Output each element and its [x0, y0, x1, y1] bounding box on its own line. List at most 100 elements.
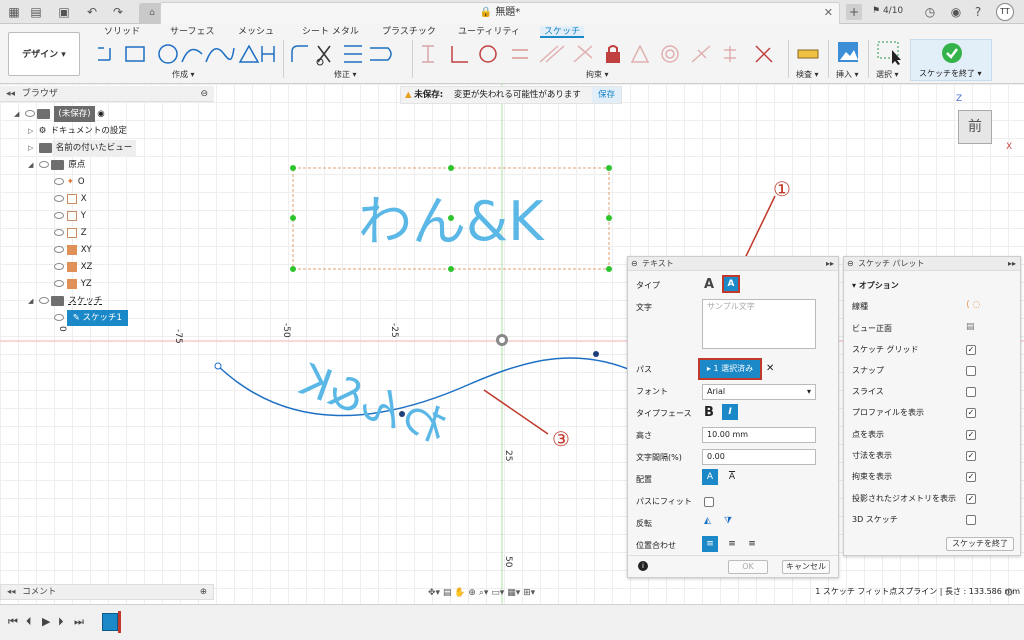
3d-sketch-checkbox[interactable]	[966, 515, 976, 525]
grid-settings-icon[interactable]: ▦▾	[507, 588, 520, 598]
tree-origin-o[interactable]: ✦ O	[54, 174, 89, 190]
timeline-marker[interactable]	[118, 611, 121, 633]
align-below-icon[interactable]: A	[724, 469, 740, 485]
save-icon[interactable]: ▣	[56, 4, 72, 20]
tree-named-views[interactable]: ▷ 名前の付いたビュー	[28, 140, 137, 156]
linetype-icon[interactable]: ⟨ ◌	[966, 300, 980, 310]
insert-group-label[interactable]: 挿入 ▾	[836, 69, 859, 80]
display-settings-icon[interactable]: ▭▾	[491, 588, 504, 598]
finish-sketch-button[interactable]: スケッチを終了 ▾	[910, 39, 992, 81]
tree-root[interactable]: ◢ (未保存) ◉	[14, 106, 105, 122]
tab-sketch[interactable]: スケッチ	[540, 26, 585, 38]
tree-axis-z[interactable]: Z	[54, 225, 91, 241]
text-dialog-header[interactable]: ⊖ テキスト ▸▸	[628, 257, 838, 271]
modify-group-label[interactable]: 修正 ▾	[334, 69, 357, 80]
options-section[interactable]: ▾ オプション	[852, 279, 899, 293]
comments-bar[interactable]: ◂◂ コメント ⊕	[0, 584, 214, 600]
tab-surface[interactable]: サーフェス	[170, 26, 214, 38]
spacing-input[interactable]: 0.00	[702, 449, 816, 465]
select-icon[interactable]	[876, 40, 902, 66]
redo-icon[interactable]: ↷	[110, 4, 126, 20]
fit-to-path-checkbox[interactable]	[704, 497, 714, 507]
align-right-icon[interactable]: ≡	[744, 536, 760, 552]
timeline-start-icon[interactable]: ⏮	[8, 615, 18, 629]
show-projected-checkbox[interactable]: ✓	[966, 494, 976, 504]
browser-header[interactable]: ◂◂ ブラウザ ⊖	[0, 86, 214, 102]
viewcube-front-face[interactable]: 前	[958, 110, 992, 144]
path-selection-button[interactable]: ▸ 1 選択済み	[698, 358, 762, 380]
align-center-icon[interactable]: ≡	[724, 536, 740, 552]
look-at-icon[interactable]: ▤	[966, 322, 975, 332]
insert-image-icon[interactable]	[836, 40, 860, 64]
tree-sketch1[interactable]: ✎ スケッチ1	[54, 310, 128, 326]
show-profile-checkbox[interactable]: ✓	[966, 408, 976, 418]
add-comment-icon[interactable]: ⊕	[200, 585, 207, 599]
user-avatar[interactable]: TT	[996, 3, 1014, 21]
ok-button[interactable]: OK	[728, 560, 768, 574]
tab-sheet-metal[interactable]: シート メタル	[302, 26, 359, 38]
constraint-tools[interactable]	[418, 42, 788, 66]
type-text-icon[interactable]: A	[704, 277, 714, 292]
app-grid-icon[interactable]: ▦	[6, 4, 22, 20]
settings-gear-icon[interactable]: ⚙	[1004, 586, 1014, 599]
tree-sketches[interactable]: ◢ スケッチ	[28, 293, 106, 309]
timeline-end-icon[interactable]: ⏭	[74, 615, 84, 629]
align-left-icon[interactable]: ≡	[702, 536, 718, 552]
workspace-dropdown[interactable]: デザイン ▾	[8, 32, 80, 76]
undo-icon[interactable]: ↶	[84, 4, 100, 20]
timeline-sketch-item[interactable]	[102, 613, 118, 631]
job-status[interactable]: ⚑ 4/10	[872, 6, 903, 16]
tab-mesh[interactable]: メッシュ	[238, 26, 274, 38]
pan-icon[interactable]: ✋	[454, 588, 465, 598]
close-tab-icon[interactable]: ✕	[824, 3, 833, 23]
collapse-icon[interactable]: ◂◂	[0, 89, 15, 99]
create-tools[interactable]	[94, 42, 276, 66]
document-tab[interactable]: 🔒 無題* ✕	[160, 2, 840, 24]
tab-solid[interactable]: ソリッド	[104, 26, 140, 38]
flip-vertical-icon[interactable]: ⧩	[724, 516, 732, 526]
constraints-group-label[interactable]: 拘束 ▾	[586, 69, 609, 80]
tree-axis-y[interactable]: Y	[54, 208, 90, 224]
cancel-button[interactable]: キャンセル	[782, 560, 830, 574]
font-select[interactable]: Arial ▾	[702, 384, 816, 400]
create-group-label[interactable]: 作成 ▾	[172, 69, 195, 80]
tree-origin[interactable]: ◢ 原点	[28, 157, 89, 173]
show-dimensions-checkbox[interactable]: ✓	[966, 451, 976, 461]
help-icon[interactable]: ?	[970, 4, 986, 20]
info-icon[interactable]: i	[638, 561, 648, 571]
file-menu-icon[interactable]: ▤	[28, 4, 44, 20]
inspect-group-label[interactable]: 検査 ▾	[796, 69, 819, 80]
text-input[interactable]: サンプル文字	[702, 299, 816, 349]
notification-icon[interactable]: ◉	[948, 4, 964, 20]
banner-save-link[interactable]: 保存	[591, 87, 621, 103]
browser-minimize-icon[interactable]: ⊖	[200, 86, 208, 102]
show-constraints-checkbox[interactable]: ✓	[966, 472, 976, 482]
tree-plane-xz[interactable]: XZ	[54, 259, 96, 275]
timeline-play-icon[interactable]: ▶	[42, 615, 50, 628]
clear-path-icon[interactable]: ✕	[766, 363, 774, 374]
clock-icon[interactable]: ◷	[922, 4, 938, 20]
orbit-icon[interactable]: ✥▾	[428, 588, 440, 598]
align-above-icon[interactable]: A	[702, 469, 718, 485]
measure-icon[interactable]	[796, 42, 820, 66]
timeline-next-icon[interactable]: ⏵	[58, 615, 64, 629]
tree-plane-xy[interactable]: XY	[54, 242, 96, 258]
zoom-window-icon[interactable]: ⌕▾	[479, 588, 489, 598]
type-text-on-path-icon[interactable]: A	[722, 275, 740, 293]
italic-button[interactable]: I	[722, 404, 738, 420]
select-group-label[interactable]: 選択 ▾	[876, 69, 899, 80]
bold-button[interactable]: B	[704, 405, 714, 420]
viewports-icon[interactable]: ⊞▾	[523, 588, 535, 598]
look-at-icon[interactable]: ▤	[443, 588, 452, 598]
modify-tools[interactable]	[288, 42, 404, 66]
grid-checkbox[interactable]: ✓	[966, 345, 976, 355]
height-input[interactable]: 10.00 mm	[702, 427, 816, 443]
timeline-prev-icon[interactable]: ⏴	[26, 615, 32, 629]
tab-utility[interactable]: ユーティリティ	[458, 26, 520, 38]
slice-checkbox[interactable]	[966, 387, 976, 397]
snap-checkbox[interactable]	[966, 366, 976, 376]
palette-finish-button[interactable]: スケッチを終了	[946, 537, 1014, 551]
palette-header[interactable]: ⊖ スケッチ パレット ▸▸	[844, 257, 1020, 271]
tree-doc-settings[interactable]: ▷ ⚙ ドキュメントの設定	[28, 123, 131, 139]
viewcube[interactable]: Z 前 X	[948, 94, 1018, 154]
